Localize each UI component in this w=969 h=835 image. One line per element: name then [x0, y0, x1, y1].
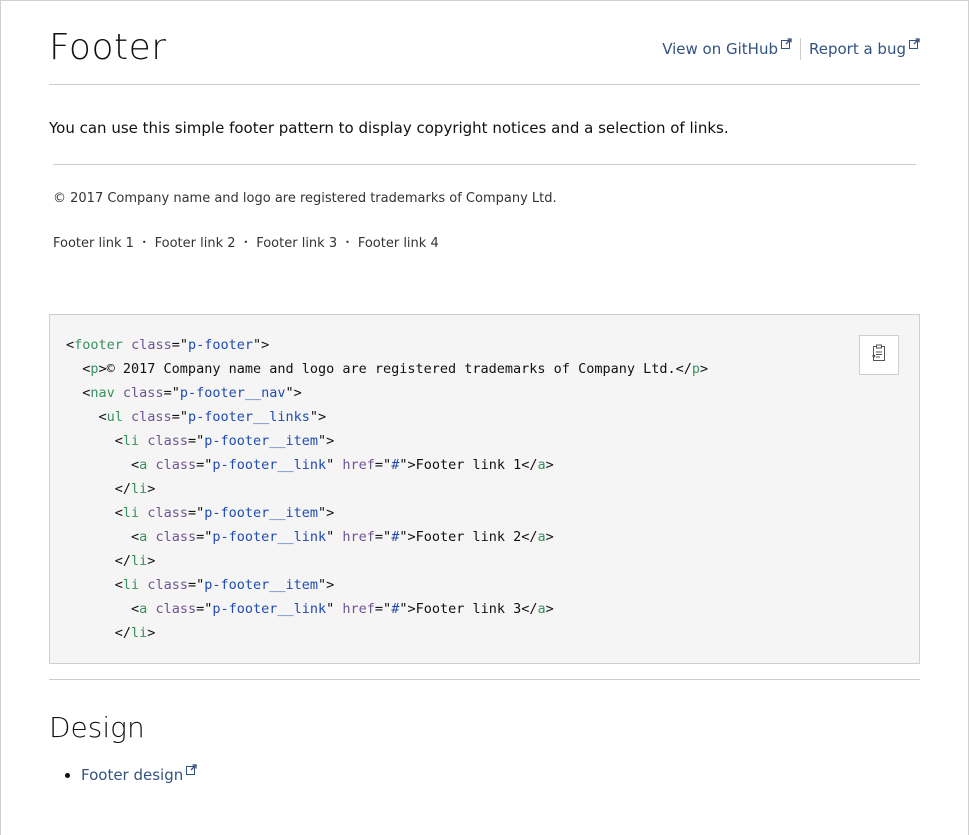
code-text: <footer class="p-footer"> <p>© 2017 Comp… [66, 333, 708, 645]
view-on-github-link[interactable]: View on GitHub [662, 38, 792, 58]
design-list-item: Footer design [81, 764, 197, 784]
footer-links-list: Footer link 1 Footer link 2 Footer link … [53, 236, 439, 251]
report-a-bug-link[interactable]: Report a bug [808, 38, 920, 58]
footer-design-link[interactable]: Footer design [81, 764, 197, 784]
footer-link-1[interactable]: Footer link 1 [53, 236, 134, 251]
copyright-notice: © 2017 Company name and logo are registe… [53, 191, 557, 206]
code-line: <nav class="p-footer__nav"> [66, 385, 302, 401]
code-line: <p>© 2017 Company name and logo are regi… [66, 361, 709, 377]
header-links: View on GitHub Report a bug [662, 38, 920, 60]
footer-link-2[interactable]: Footer link 2 [134, 236, 236, 251]
code-line: <li class="p-footer__item"> [66, 433, 335, 449]
code-line: <a class="p-footer__link" href="#">Foote… [66, 457, 554, 473]
code-line: <li class="p-footer__item"> [66, 577, 335, 593]
footer-link-3[interactable]: Footer link 3 [236, 236, 337, 251]
footer-link-4[interactable]: Footer link 4 [337, 236, 439, 251]
view-on-github-label: View on GitHub [662, 40, 778, 58]
footer-design-label: Footer design [81, 766, 184, 784]
design-heading: Design [49, 711, 145, 744]
code-line: </li> [66, 481, 156, 497]
code-line: <li class="p-footer__item"> [66, 505, 335, 521]
link-divider [799, 38, 801, 60]
code-line: <footer class="p-footer"> [66, 337, 270, 353]
code-line: <a class="p-footer__link" href="#">Foote… [66, 529, 554, 545]
intro-text: You can use this simple footer pattern t… [49, 119, 729, 137]
code-line: <ul class="p-footer__links"> [66, 409, 327, 425]
page-header: Footer View on GitHub Report a bug [49, 21, 920, 85]
footer-example: © 2017 Company name and logo are registe… [53, 164, 916, 251]
page-title: Footer [49, 27, 167, 68]
external-link-icon [780, 35, 792, 53]
code-line: <a class="p-footer__link" href="#">Foote… [66, 601, 554, 617]
section-divider [49, 679, 920, 680]
external-link-icon [909, 35, 920, 53]
code-snippet[interactable]: <footer class="p-footer"> <p>© 2017 Comp… [49, 314, 920, 664]
external-link-icon [186, 761, 197, 779]
copy-button[interactable] [859, 335, 899, 375]
design-list: Footer design [81, 764, 197, 784]
report-a-bug-label: Report a bug [808, 40, 906, 58]
clipboard-icon [871, 344, 887, 366]
code-line: </li> [66, 553, 156, 569]
code-line: </li> [66, 625, 156, 641]
